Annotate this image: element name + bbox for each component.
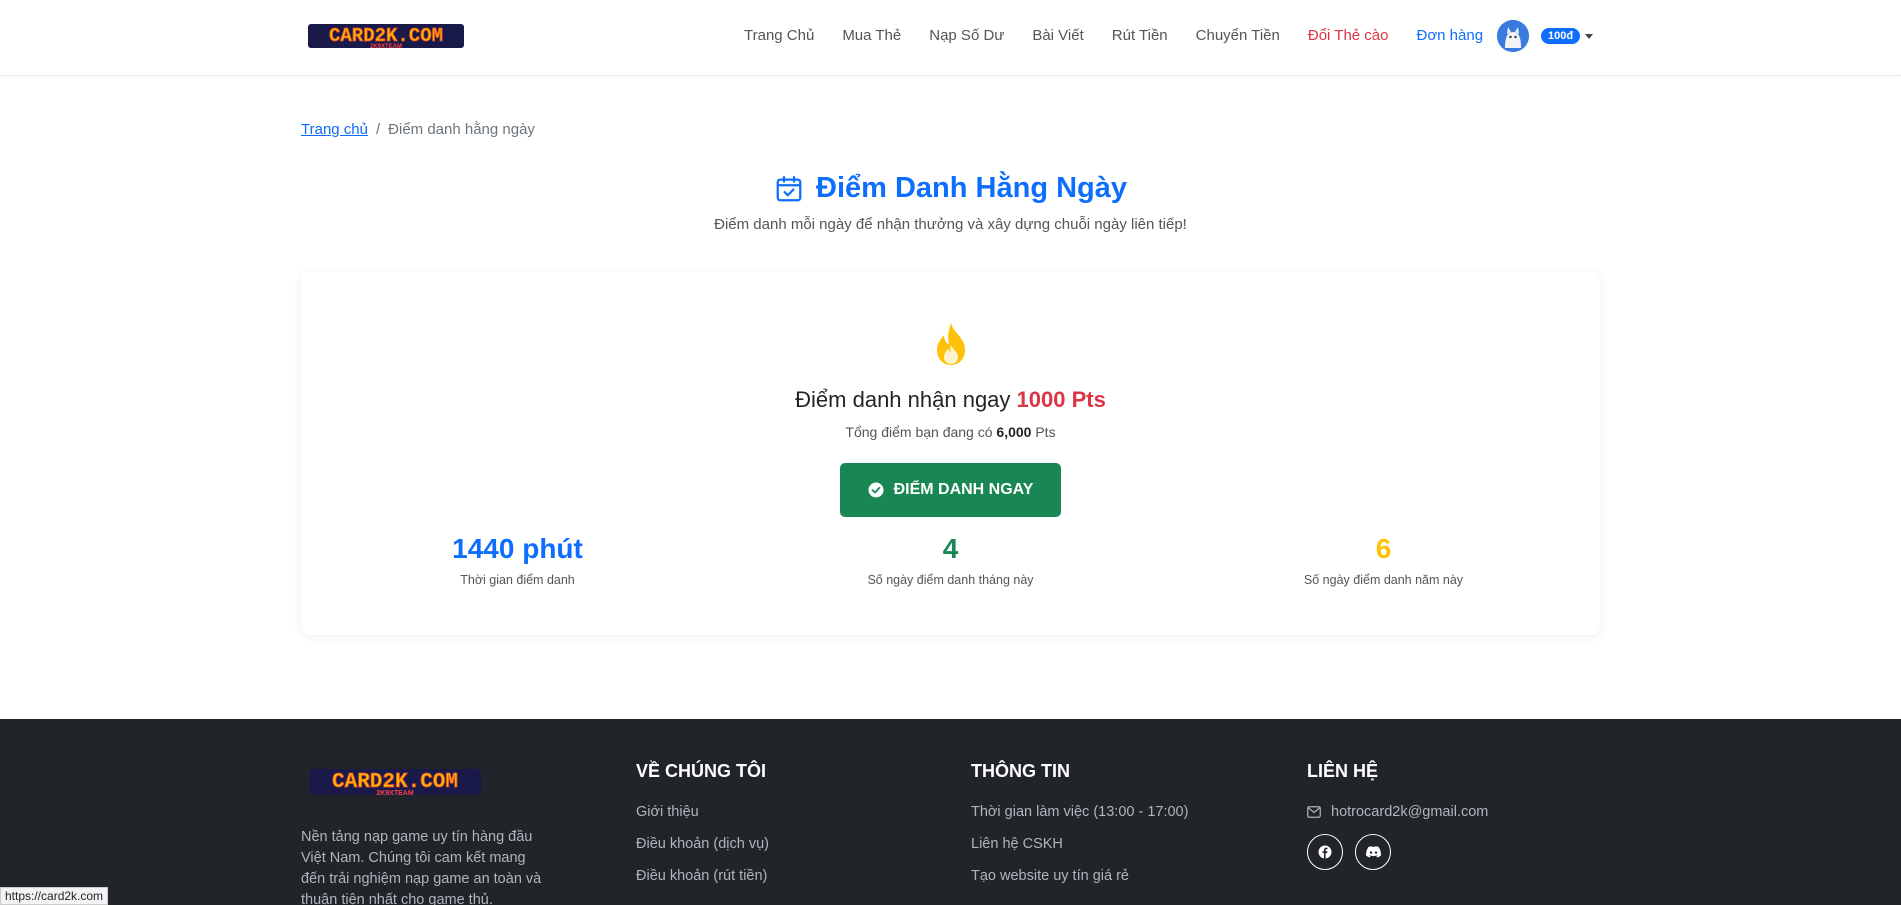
total-suffix: Pts xyxy=(1035,424,1056,440)
footer-heading: LIÊN HỆ xyxy=(1307,761,1379,781)
total-value: 6,000 xyxy=(996,424,1032,440)
breadcrumb-current: Điểm danh hằng ngày xyxy=(388,121,535,138)
footer-heading: THÔNG TIN xyxy=(971,761,1070,781)
site-header: CARD2K.COM 2K9XTEAM Trang Chủ Mua Thẻ Nạ… xyxy=(0,0,1901,76)
discord-icon xyxy=(1365,846,1381,858)
chevron-down-icon[interactable] xyxy=(1585,33,1594,39)
discord-button[interactable] xyxy=(1355,834,1391,870)
nav-item-top-up[interactable]: Nạp Số Dư xyxy=(929,27,1004,44)
flame-icon-wrap xyxy=(301,321,1600,372)
nav-item-transfer[interactable]: Chuyển Tiền xyxy=(1196,27,1280,44)
footer-working-hours: Thời gian làm việc (13:00 - 17:00) xyxy=(971,804,1189,820)
footer-about-text: Nền tảng nạp game uy tín hàng đầu Việt N… xyxy=(301,829,542,905)
footer-logo[interactable]: CARD2K.COM 2K9XTEAM xyxy=(309,767,481,797)
stat-value: 4 xyxy=(942,533,959,564)
nav-item-orders[interactable]: Đơn hàng xyxy=(1416,27,1483,44)
footer-link-terms-service[interactable]: Điều khoản (dịch vụ) xyxy=(636,836,769,852)
checkin-button-label: ĐIỂM DANH NGAY xyxy=(893,481,1034,498)
page-header: Điểm Danh Hằng Ngày xyxy=(0,172,1901,209)
flame-icon xyxy=(936,323,965,365)
stat-checkin-time: 1440 phút Thời gian điểm danh xyxy=(301,533,734,587)
stat-value: 1440 phút xyxy=(452,533,583,564)
site-footer: CARD2K.COM 2K9XTEAM Nền tảng nạp game uy… xyxy=(0,719,1901,905)
footer-link-support[interactable]: Liên hệ CSKH xyxy=(971,836,1188,852)
breadcrumb-home-link[interactable]: Trang chủ xyxy=(301,121,368,138)
site-logo[interactable]: CARD2K.COM 2K9XTEAM xyxy=(308,22,464,50)
balance-badge[interactable]: 100đ xyxy=(1541,28,1581,44)
stat-days-month: 4 Số ngày điểm danh tháng này xyxy=(734,533,1167,587)
logo-subtext: 2K9XTEAM xyxy=(370,44,402,50)
nav-item-exchange-card[interactable]: Đổi Thẻ cào xyxy=(1308,27,1389,44)
envelope-icon xyxy=(1307,806,1321,818)
footer-email-text: hotrocard2k@gmail.com xyxy=(1331,804,1489,820)
stat-label: Thời gian điểm danh xyxy=(460,573,575,587)
reward-prefix: Điểm danh nhận ngay xyxy=(795,387,1011,412)
cat-avatar-icon xyxy=(1497,20,1529,52)
nav-item-articles[interactable]: Bài Viết xyxy=(1032,27,1083,44)
calendar-check-icon xyxy=(776,175,802,201)
footer-link-terms-withdraw[interactable]: Điều khoản (rút tiền) xyxy=(636,868,769,884)
reward-value: 1000 Pts xyxy=(1016,387,1106,412)
stat-label: Số ngày điểm danh tháng này xyxy=(867,573,1034,587)
stat-label: Số ngày điểm danh năm này xyxy=(1303,573,1464,587)
facebook-button[interactable] xyxy=(1307,834,1343,870)
breadcrumb: Trang chủ / Điểm danh hằng ngày xyxy=(301,121,535,138)
footer-heading: VỀ CHÚNG TÔI xyxy=(636,761,767,781)
check-circle-icon xyxy=(868,482,884,498)
nav-item-home[interactable]: Trang Chủ xyxy=(744,27,814,44)
page-subtitle: Điểm danh mỗi ngày để nhận thưởng và xây… xyxy=(714,216,1187,233)
footer-link-intro[interactable]: Giới thiệu xyxy=(636,804,769,820)
page-title: Điểm Danh Hằng Ngày xyxy=(816,172,1127,204)
footer-contact: LIÊN HỆ hotrocard2k@gmail.com xyxy=(1307,761,1488,870)
footer-link-create-website[interactable]: Tạo website uy tín giá rẻ xyxy=(971,868,1188,884)
footer-email[interactable]: hotrocard2k@gmail.com xyxy=(1307,804,1488,820)
footer-about-us: VỀ CHÚNG TÔI Giới thiệu Điều khoản (dịch… xyxy=(636,761,769,900)
total-prefix: Tổng điểm bạn đang có xyxy=(845,424,993,440)
avatar[interactable] xyxy=(1497,20,1529,52)
checkin-stats: 1440 phút Thời gian điểm danh 4 Số ngày … xyxy=(301,533,1600,587)
breadcrumb-separator: / xyxy=(375,121,381,138)
stat-value: 6 xyxy=(1375,533,1392,564)
status-bar-url: https://card2k.com xyxy=(0,887,109,905)
nav-item-buy-card[interactable]: Mua Thẻ xyxy=(842,27,901,44)
stat-days-year: 6 Số ngày điểm danh năm này xyxy=(1167,533,1600,587)
nav-item-withdraw[interactable]: Rút Tiền xyxy=(1112,27,1168,44)
facebook-icon xyxy=(1318,845,1332,859)
main-nav: Trang Chủ Mua Thẻ Nạp Số Dư Bài Viết Rút… xyxy=(744,27,1511,44)
total-points-line: Tổng điểm bạn đang có 6,000 Pts xyxy=(301,424,1600,440)
social-links xyxy=(1307,834,1488,870)
footer-logo-subtext: 2K9XTEAM xyxy=(376,790,414,797)
user-menu[interactable]: 100đ xyxy=(1497,20,1594,52)
footer-info: THÔNG TIN Thời gian làm việc (13:00 - 17… xyxy=(971,761,1188,900)
reward-line: Điểm danh nhận ngay 1000 Pts xyxy=(301,387,1600,413)
checkin-card: Điểm danh nhận ngay 1000 Pts Tổng điểm b… xyxy=(301,271,1600,635)
checkin-button[interactable]: ĐIỂM DANH NGAY xyxy=(840,463,1061,517)
